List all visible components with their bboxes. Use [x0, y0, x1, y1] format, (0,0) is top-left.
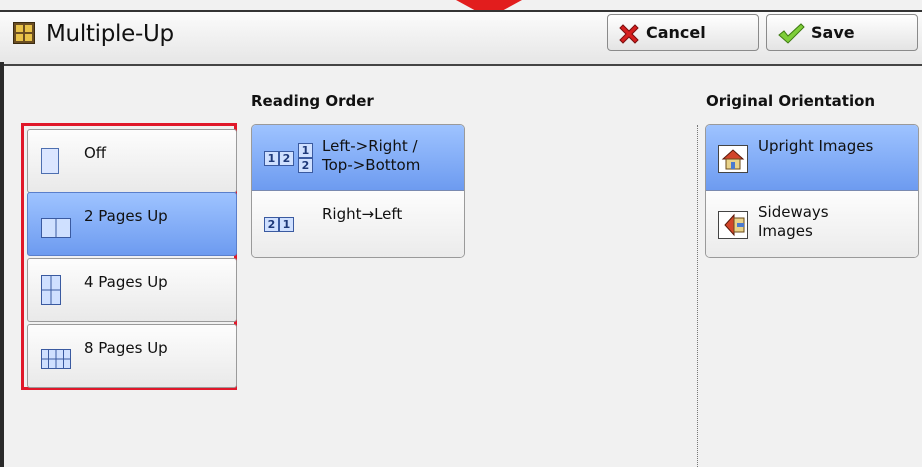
- option-label-line1: Right→Left: [322, 205, 403, 223]
- close-icon: [619, 24, 639, 44]
- upright-images-option[interactable]: Upright Images: [706, 125, 918, 191]
- option-label-line1: Left->Right /: [322, 137, 418, 155]
- upright-image-icon: [718, 145, 748, 173]
- four-pages-icon: [41, 275, 61, 309]
- sideways-image-icon: [718, 211, 748, 239]
- two-pages-icon: [41, 218, 71, 242]
- option-label-line1: Upright Images: [758, 137, 874, 155]
- title-bar: Multiple-Up Cancel Save: [0, 10, 922, 66]
- original-orientation-heading: Original Orientation: [706, 92, 876, 110]
- sideways-images-option[interactable]: Sideways Images: [706, 191, 918, 257]
- cancel-button[interactable]: Cancel: [607, 14, 759, 51]
- option-label: Off: [84, 144, 107, 162]
- option-off[interactable]: Off: [27, 129, 237, 193]
- option-8-pages-up[interactable]: 8 Pages Up: [27, 324, 237, 388]
- option-label-line2: Images: [758, 222, 813, 240]
- left-edge: [0, 62, 4, 467]
- divider: [697, 125, 698, 467]
- multiple-up-options: Off 2 Pages Up 4 Pages Up 8 Pages Up: [21, 123, 237, 390]
- option-label-line2: Top->Bottom: [322, 156, 421, 174]
- option-label: 8 Pages Up: [84, 339, 168, 357]
- original-orientation-group: Upright Images Sideways Images: [705, 124, 919, 258]
- option-label-line1: Sideways: [758, 203, 829, 221]
- reading-order-right-left[interactable]: 2 1 Right→Left: [252, 191, 464, 257]
- reading-order-heading: Reading Order: [251, 92, 374, 110]
- save-button[interactable]: Save: [766, 14, 918, 51]
- eight-pages-icon: [41, 349, 71, 373]
- multiple-up-icon: [13, 22, 35, 44]
- page-title: Multiple-Up: [46, 21, 174, 47]
- option-4-pages-up[interactable]: 4 Pages Up: [27, 258, 237, 322]
- reading-order-left-right[interactable]: 1 2 1 2 Left->Right / Top->Bottom: [252, 125, 464, 191]
- checkmark-icon: [778, 23, 805, 44]
- save-label: Save: [811, 23, 855, 42]
- reading-order-group: 1 2 1 2 Left->Right / Top->Bottom 2 1 Ri…: [251, 124, 465, 258]
- option-label: 4 Pages Up: [84, 273, 168, 291]
- single-page-icon: [41, 148, 59, 178]
- option-2-pages-up[interactable]: 2 Pages Up: [27, 192, 237, 256]
- cancel-label: Cancel: [646, 23, 706, 42]
- option-label: 2 Pages Up: [84, 207, 168, 225]
